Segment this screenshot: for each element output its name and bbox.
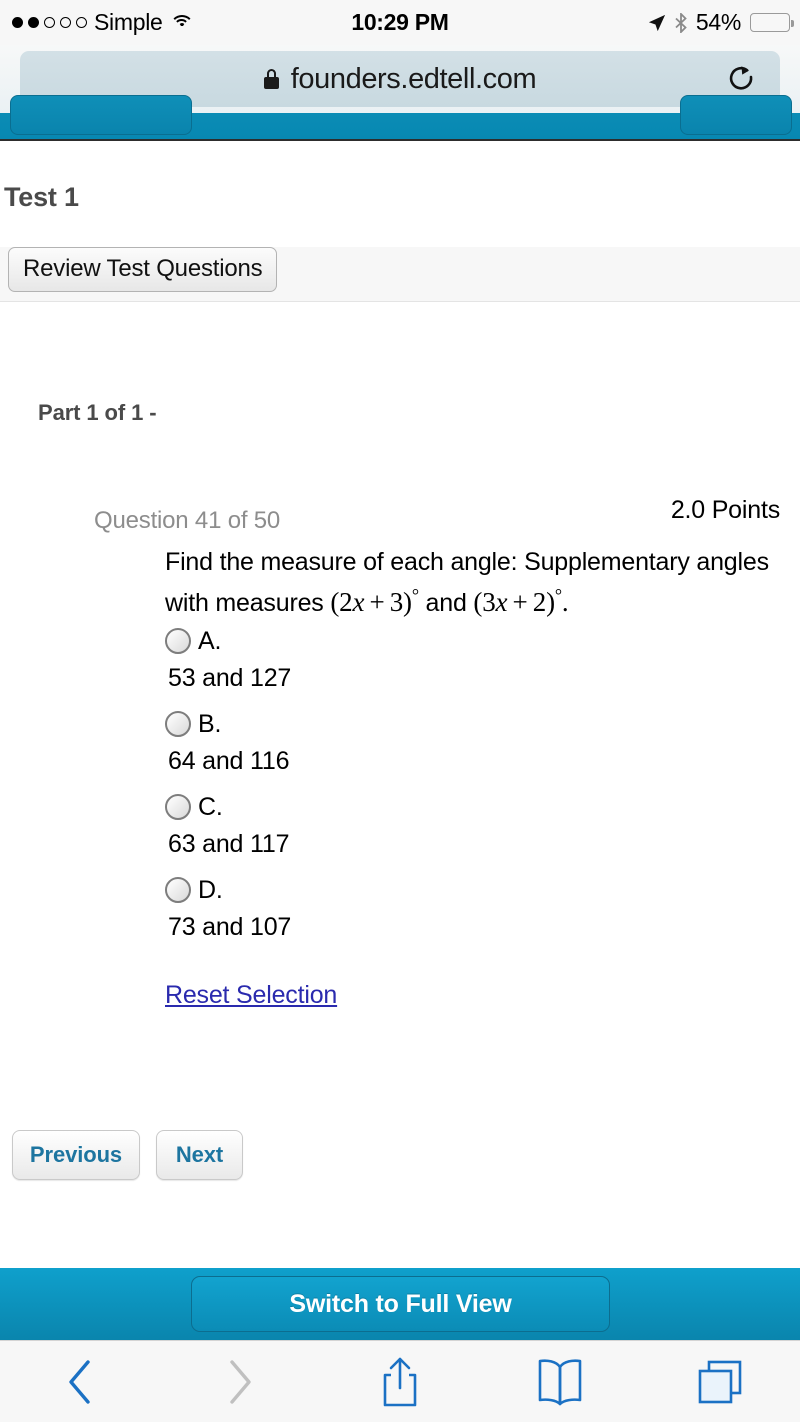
question-prompt-line1: Find the measure of each angle: Suppleme… bbox=[165, 548, 769, 576]
reset-selection-link[interactable]: Reset Selection bbox=[165, 981, 337, 1010]
back-button[interactable] bbox=[0, 1341, 160, 1422]
question-points-label: 2.0 Points bbox=[670, 496, 780, 524]
share-button[interactable] bbox=[320, 1341, 480, 1422]
question-prompt: Find the measure of each angle: Suppleme… bbox=[165, 546, 790, 620]
degree-symbol-2: ° bbox=[554, 585, 562, 605]
previous-button[interactable]: Previous bbox=[12, 1130, 140, 1180]
status-bar-right: 54% bbox=[648, 0, 794, 45]
radio-button-d[interactable] bbox=[165, 877, 191, 903]
review-toolbar: Review Test Questions bbox=[0, 246, 800, 302]
answer-choice-list: A. 53 and 127 B. 64 and 116 C. 63 and 11… bbox=[165, 624, 765, 956]
app-header-right-button[interactable] bbox=[680, 95, 792, 135]
choice-text-d: 73 and 107 bbox=[168, 913, 292, 941]
answer-choice-a[interactable]: A. 53 and 127 bbox=[165, 624, 765, 693]
part-label: Part 1 of 1 - bbox=[38, 400, 157, 425]
math-expression-2: (3x + 2)° bbox=[473, 585, 562, 617]
next-button[interactable]: Next bbox=[156, 1130, 243, 1180]
choice-letter-d: D. bbox=[198, 875, 223, 904]
app-header-bar bbox=[0, 95, 800, 141]
app-header-left-button[interactable] bbox=[10, 95, 192, 135]
radio-button-a[interactable] bbox=[165, 628, 191, 654]
status-bar-clock: 10:29 PM bbox=[351, 9, 449, 35]
answer-choice-b[interactable]: B. 64 and 116 bbox=[165, 707, 765, 776]
review-test-questions-button[interactable]: Review Test Questions bbox=[8, 246, 278, 292]
bookmarks-button[interactable] bbox=[480, 1341, 640, 1422]
reload-icon[interactable] bbox=[728, 64, 756, 94]
iphone-safari-screen: Simple 10:29 PM 54% founders.edtell.com … bbox=[0, 0, 800, 1422]
choice-text-a: 53 and 127 bbox=[168, 664, 292, 692]
question-conjunction: and bbox=[418, 589, 474, 617]
choice-text-c: 63 and 117 bbox=[168, 830, 290, 858]
book-icon bbox=[538, 1358, 582, 1405]
tabs-icon bbox=[698, 1360, 742, 1403]
footer-bar: Switch to Full View bbox=[0, 1268, 800, 1340]
math-expression-1: (2x + 3)° bbox=[330, 585, 419, 617]
radio-button-c[interactable] bbox=[165, 794, 191, 820]
answer-choice-c[interactable]: C. 63 and 117 bbox=[165, 790, 765, 859]
back-chevron-icon bbox=[69, 1359, 90, 1404]
choice-text-b: 64 and 116 bbox=[168, 747, 290, 775]
url-text: founders.edtell.com bbox=[290, 62, 537, 95]
forward-chevron-icon bbox=[230, 1359, 251, 1404]
question-prompt-line2-prefix: with measures bbox=[165, 589, 331, 617]
lock-icon bbox=[263, 69, 279, 89]
radio-button-b[interactable] bbox=[165, 711, 191, 737]
degree-symbol-1: ° bbox=[411, 585, 419, 605]
answer-choice-d[interactable]: D. 73 and 107 bbox=[165, 873, 765, 942]
choice-letter-a: A. bbox=[198, 626, 222, 655]
switch-to-full-view-button[interactable]: Switch to Full View bbox=[191, 1276, 610, 1332]
choice-letter-c: C. bbox=[198, 792, 223, 821]
bluetooth-icon bbox=[675, 12, 687, 33]
battery-percent-label: 54% bbox=[695, 9, 741, 35]
share-icon bbox=[383, 1357, 417, 1406]
choice-letter-b: B. bbox=[198, 709, 222, 738]
page-title: Test 1 bbox=[4, 182, 79, 212]
tabs-button[interactable] bbox=[640, 1341, 800, 1422]
question-period: . bbox=[561, 587, 569, 617]
question-number-label: Question 41 of 50 bbox=[94, 507, 281, 534]
location-arrow-icon bbox=[648, 14, 665, 31]
safari-bottom-toolbar bbox=[0, 1340, 800, 1422]
forward-button[interactable] bbox=[160, 1341, 320, 1422]
ios-status-bar: Simple 10:29 PM 54% bbox=[0, 0, 800, 45]
battery-icon bbox=[750, 13, 794, 32]
